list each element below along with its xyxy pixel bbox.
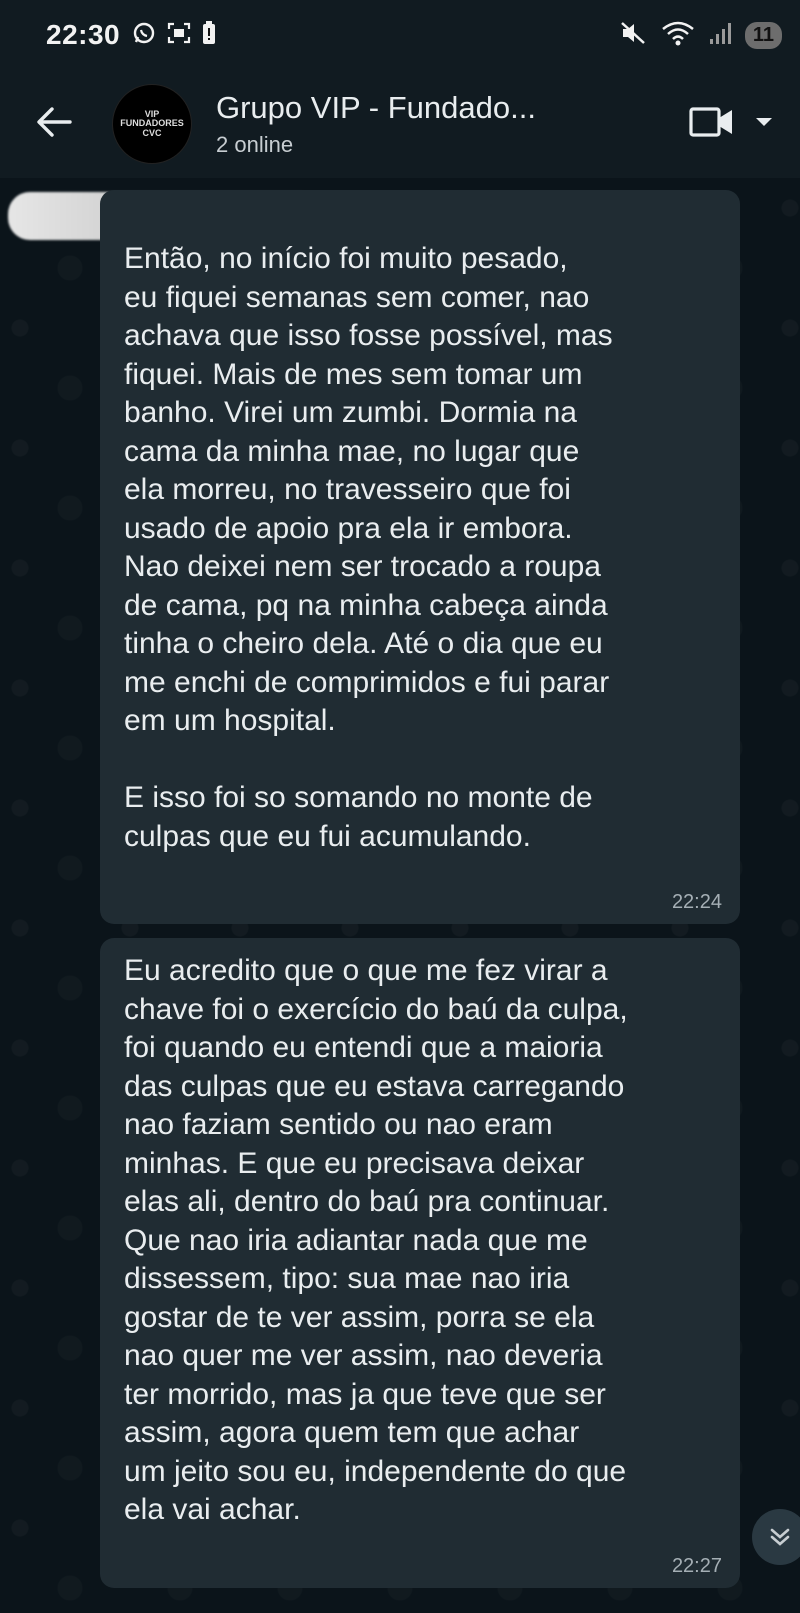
message-bubble[interactable]: Eu acredito que o que me fez virar a cha…: [100, 938, 740, 1588]
avatar-line-3: CVC: [142, 127, 162, 138]
scroll-to-bottom-button[interactable]: [752, 1509, 800, 1565]
call-dropdown-button[interactable]: [754, 115, 774, 134]
message-time: 22:24: [671, 891, 722, 913]
wifi-icon: [661, 20, 695, 51]
message-text: Então, no início foi muito pesado, eu fi…: [124, 242, 613, 853]
battery-level: 11: [744, 21, 782, 49]
status-icons-right: 11: [619, 20, 782, 51]
status-bar: 22:30 11: [0, 0, 800, 70]
chat-area[interactable]: Então, no início foi muito pesado, eu fi…: [0, 178, 800, 1613]
header-actions: [688, 104, 780, 145]
video-call-button[interactable]: [688, 104, 736, 145]
group-online-status: 2 online: [216, 132, 294, 157]
signal-icon: [709, 21, 731, 50]
dropdown-icon: [756, 117, 772, 126]
video-call-icon: [689, 106, 732, 137]
whatsapp-icon: [132, 21, 156, 50]
chat-header: VIP FUNDADORES CVC Grupo VIP - Fundado..…: [0, 70, 800, 178]
message-bubble[interactable]: Então, no início foi muito pesado, eu fi…: [100, 190, 740, 924]
screenshot-icon: [166, 21, 192, 50]
back-button[interactable]: [30, 100, 78, 148]
mute-icon: [619, 20, 647, 51]
group-name: Grupo VIP - Fundado...: [216, 90, 536, 125]
group-avatar[interactable]: VIP FUNDADORES CVC: [112, 84, 192, 164]
message-time: 22:27: [671, 1555, 722, 1577]
status-time: 22:30: [46, 19, 121, 50]
chat-info[interactable]: Grupo VIP - Fundado... 2 online: [216, 90, 606, 158]
back-arrow-icon: [34, 104, 74, 145]
chevron-down-icon: [770, 1528, 790, 1546]
battery-saver-icon: [202, 20, 216, 50]
message-text: Eu acredito que o que me fez virar a cha…: [124, 954, 628, 1526]
status-icons-left: [132, 20, 216, 50]
